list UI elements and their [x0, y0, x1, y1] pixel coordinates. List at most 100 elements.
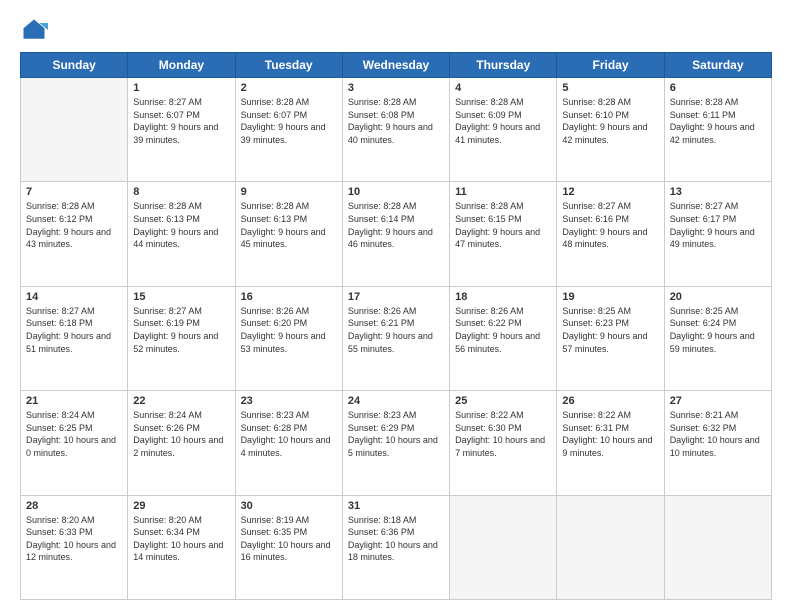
day-number: 18: [455, 291, 551, 303]
day-detail: Sunrise: 8:24 AMSunset: 6:25 PMDaylight:…: [26, 409, 122, 459]
calendar-day-cell: [557, 495, 664, 599]
day-detail: Sunrise: 8:27 AMSunset: 6:16 PMDaylight:…: [562, 200, 658, 250]
day-number: 25: [455, 395, 551, 407]
day-detail: Sunrise: 8:27 AMSunset: 6:07 PMDaylight:…: [133, 96, 229, 146]
page: SundayMondayTuesdayWednesdayThursdayFrid…: [0, 0, 792, 612]
calendar-day-cell: 28 Sunrise: 8:20 AMSunset: 6:33 PMDayligh…: [21, 495, 128, 599]
logo-icon: [20, 16, 48, 44]
day-number: 8: [133, 186, 229, 198]
day-detail: Sunrise: 8:28 AMSunset: 6:15 PMDaylight:…: [455, 200, 551, 250]
day-number: 2: [241, 82, 337, 94]
day-detail: Sunrise: 8:28 AMSunset: 6:11 PMDaylight:…: [670, 96, 766, 146]
calendar-day-cell: 5 Sunrise: 8:28 AMSunset: 6:10 PMDaylight…: [557, 78, 664, 182]
calendar-day-cell: [21, 78, 128, 182]
calendar-day-cell: 3 Sunrise: 8:28 AMSunset: 6:08 PMDaylight…: [342, 78, 449, 182]
calendar-day-header: Monday: [128, 53, 235, 78]
calendar-day-cell: 30 Sunrise: 8:19 AMSunset: 6:35 PMDayligh…: [235, 495, 342, 599]
logo: [20, 16, 52, 44]
day-number: 6: [670, 82, 766, 94]
calendar-week-row: 7Sunrise: 8:28 AMSunset: 6:12 PMDaylight…: [21, 182, 772, 286]
day-detail: Sunrise: 8:26 AMSunset: 6:21 PMDaylight:…: [348, 305, 444, 355]
calendar-day-cell: 25 Sunrise: 8:22 AMSunset: 6:30 PMDayligh…: [450, 391, 557, 495]
day-detail: Sunrise: 8:27 AMSunset: 6:18 PMDaylight:…: [26, 305, 122, 355]
calendar-day-cell: 2 Sunrise: 8:28 AMSunset: 6:07 PMDaylight…: [235, 78, 342, 182]
day-number: 14: [26, 291, 122, 303]
day-detail: Sunrise: 8:28 AMSunset: 6:07 PMDaylight:…: [241, 96, 337, 146]
calendar-header-row: SundayMondayTuesdayWednesdayThursdayFrid…: [21, 53, 772, 78]
calendar-day-header: Wednesday: [342, 53, 449, 78]
day-detail: Sunrise: 8:20 AMSunset: 6:33 PMDaylight:…: [26, 514, 122, 564]
day-number: 29: [133, 500, 229, 512]
calendar-day-header: Sunday: [21, 53, 128, 78]
calendar-day-cell: 8Sunrise: 8:28 AMSunset: 6:13 PMDaylight…: [128, 182, 235, 286]
day-number: 4: [455, 82, 551, 94]
day-number: 30: [241, 500, 337, 512]
day-detail: Sunrise: 8:25 AMSunset: 6:24 PMDaylight:…: [670, 305, 766, 355]
calendar-day-cell: [450, 495, 557, 599]
header: [20, 16, 772, 44]
calendar-day-cell: 17 Sunrise: 8:26 AMSunset: 6:21 PMDayligh…: [342, 286, 449, 390]
calendar-week-row: 14 Sunrise: 8:27 AMSunset: 6:18 PMDayligh…: [21, 286, 772, 390]
calendar-day-cell: 1 Sunrise: 8:27 AMSunset: 6:07 PMDaylight…: [128, 78, 235, 182]
day-detail: Sunrise: 8:28 AMSunset: 6:10 PMDaylight:…: [562, 96, 658, 146]
day-number: 5: [562, 82, 658, 94]
day-detail: Sunrise: 8:27 AMSunset: 6:19 PMDaylight:…: [133, 305, 229, 355]
day-number: 31: [348, 500, 444, 512]
calendar-day-header: Thursday: [450, 53, 557, 78]
calendar-day-header: Tuesday: [235, 53, 342, 78]
calendar-day-cell: 10 Sunrise: 8:28 AMSunset: 6:14 PMDayligh…: [342, 182, 449, 286]
day-number: 21: [26, 395, 122, 407]
day-detail: Sunrise: 8:23 AMSunset: 6:29 PMDaylight:…: [348, 409, 444, 459]
day-number: 24: [348, 395, 444, 407]
day-detail: Sunrise: 8:28 AMSunset: 6:14 PMDaylight:…: [348, 200, 444, 250]
day-detail: Sunrise: 8:25 AMSunset: 6:23 PMDaylight:…: [562, 305, 658, 355]
calendar-day-cell: 18 Sunrise: 8:26 AMSunset: 6:22 PMDayligh…: [450, 286, 557, 390]
calendar-day-cell: 19 Sunrise: 8:25 AMSunset: 6:23 PMDayligh…: [557, 286, 664, 390]
day-number: 20: [670, 291, 766, 303]
calendar-day-cell: 29 Sunrise: 8:20 AMSunset: 6:34 PMDayligh…: [128, 495, 235, 599]
day-detail: Sunrise: 8:28 AMSunset: 6:12 PMDaylight:…: [26, 200, 122, 250]
calendar-day-cell: 9Sunrise: 8:28 AMSunset: 6:13 PMDaylight…: [235, 182, 342, 286]
day-detail: Sunrise: 8:22 AMSunset: 6:30 PMDaylight:…: [455, 409, 551, 459]
day-number: 17: [348, 291, 444, 303]
day-detail: Sunrise: 8:26 AMSunset: 6:20 PMDaylight:…: [241, 305, 337, 355]
day-detail: Sunrise: 8:24 AMSunset: 6:26 PMDaylight:…: [133, 409, 229, 459]
calendar-table: SundayMondayTuesdayWednesdayThursdayFrid…: [20, 52, 772, 600]
day-number: 26: [562, 395, 658, 407]
day-number: 11: [455, 186, 551, 198]
day-number: 22: [133, 395, 229, 407]
day-number: 1: [133, 82, 229, 94]
calendar-day-cell: 16 Sunrise: 8:26 AMSunset: 6:20 PMDayligh…: [235, 286, 342, 390]
day-number: 13: [670, 186, 766, 198]
calendar-day-cell: 22 Sunrise: 8:24 AMSunset: 6:26 PMDayligh…: [128, 391, 235, 495]
day-number: 16: [241, 291, 337, 303]
day-detail: Sunrise: 8:23 AMSunset: 6:28 PMDaylight:…: [241, 409, 337, 459]
calendar-day-cell: 14 Sunrise: 8:27 AMSunset: 6:18 PMDayligh…: [21, 286, 128, 390]
calendar-day-header: Saturday: [664, 53, 771, 78]
calendar-day-cell: 11 Sunrise: 8:28 AMSunset: 6:15 PMDayligh…: [450, 182, 557, 286]
calendar-day-cell: 6 Sunrise: 8:28 AMSunset: 6:11 PMDaylight…: [664, 78, 771, 182]
day-detail: Sunrise: 8:22 AMSunset: 6:31 PMDaylight:…: [562, 409, 658, 459]
calendar-day-cell: 31 Sunrise: 8:18 AMSunset: 6:36 PMDayligh…: [342, 495, 449, 599]
day-number: 15: [133, 291, 229, 303]
day-detail: Sunrise: 8:27 AMSunset: 6:17 PMDaylight:…: [670, 200, 766, 250]
day-number: 28: [26, 500, 122, 512]
calendar-day-cell: 15 Sunrise: 8:27 AMSunset: 6:19 PMDayligh…: [128, 286, 235, 390]
day-detail: Sunrise: 8:28 AMSunset: 6:08 PMDaylight:…: [348, 96, 444, 146]
day-number: 27: [670, 395, 766, 407]
calendar-day-cell: 26 Sunrise: 8:22 AMSunset: 6:31 PMDayligh…: [557, 391, 664, 495]
day-number: 10: [348, 186, 444, 198]
day-detail: Sunrise: 8:18 AMSunset: 6:36 PMDaylight:…: [348, 514, 444, 564]
calendar-day-cell: 13 Sunrise: 8:27 AMSunset: 6:17 PMDayligh…: [664, 182, 771, 286]
day-number: 19: [562, 291, 658, 303]
calendar-day-cell: 7Sunrise: 8:28 AMSunset: 6:12 PMDaylight…: [21, 182, 128, 286]
day-number: 3: [348, 82, 444, 94]
day-detail: Sunrise: 8:20 AMSunset: 6:34 PMDaylight:…: [133, 514, 229, 564]
day-detail: Sunrise: 8:21 AMSunset: 6:32 PMDaylight:…: [670, 409, 766, 459]
day-detail: Sunrise: 8:28 AMSunset: 6:13 PMDaylight:…: [241, 200, 337, 250]
day-detail: Sunrise: 8:19 AMSunset: 6:35 PMDaylight:…: [241, 514, 337, 564]
day-detail: Sunrise: 8:26 AMSunset: 6:22 PMDaylight:…: [455, 305, 551, 355]
calendar-day-cell: 20 Sunrise: 8:25 AMSunset: 6:24 PMDayligh…: [664, 286, 771, 390]
calendar-day-cell: 27 Sunrise: 8:21 AMSunset: 6:32 PMDayligh…: [664, 391, 771, 495]
day-number: 12: [562, 186, 658, 198]
